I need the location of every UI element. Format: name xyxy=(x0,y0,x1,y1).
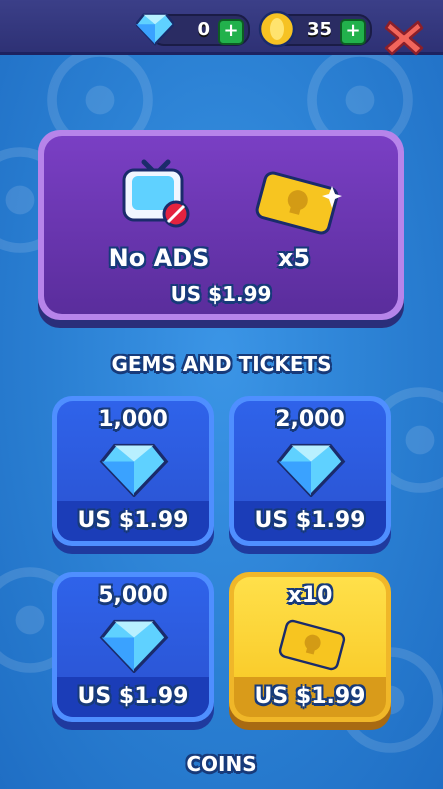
card-price: US $1.99 xyxy=(57,677,209,717)
card-body: x10 US $1.99 xyxy=(234,577,386,717)
tickets-count-label: x5 xyxy=(277,244,311,272)
card-amount: 1,000 xyxy=(98,407,168,432)
ticket-icon xyxy=(255,171,342,235)
section-title-coins: COINS xyxy=(186,752,257,776)
section-title-gems-and-tickets: GEMS AND TICKETS xyxy=(111,352,332,376)
card-price: US $1.99 xyxy=(57,501,209,541)
card-body: 5,000 US $1.99 xyxy=(57,577,209,717)
card-amount: 2,000 xyxy=(275,407,345,432)
coin-icon xyxy=(258,10,296,48)
gem-icon xyxy=(276,443,346,497)
card-price: US $1.99 xyxy=(234,677,386,717)
no-ads-offer-card[interactable]: No ADS x5 US $1.99 xyxy=(38,130,404,320)
add-coins-button[interactable]: + xyxy=(340,19,366,45)
offer-card-gems-2000[interactable]: 2,000 US $1.99 xyxy=(229,396,391,546)
card-body: 1,000 US $1.99 xyxy=(57,401,209,541)
card-price: US $1.99 xyxy=(234,501,386,541)
offer-card-gems-5000[interactable]: 5,000 US $1.99 xyxy=(52,572,214,722)
offer-card-gems-1000[interactable]: 1,000 US $1.99 xyxy=(52,396,214,546)
card-body: 2,000 US $1.99 xyxy=(234,401,386,541)
coins-count: 35 xyxy=(306,19,332,40)
gem-icon xyxy=(99,619,169,673)
card-amount: x10 xyxy=(287,583,333,608)
offer-card-tickets-x10[interactable]: x10 US $1.99 xyxy=(229,572,391,722)
gems-counter: 0 + xyxy=(136,13,250,46)
coins-counter: 35 + xyxy=(258,10,372,48)
card-amount: 5,000 xyxy=(98,583,168,608)
tv-no-ads-icon xyxy=(122,159,190,228)
offer-panel: No ADS x5 US $1.99 xyxy=(44,136,398,314)
promo-price: US $1.99 xyxy=(170,282,272,306)
add-gems-button[interactable]: + xyxy=(218,19,244,45)
ticket-icon xyxy=(278,619,346,671)
top-bar: 0 + 35 + xyxy=(0,0,443,56)
gem-icon xyxy=(136,13,174,46)
close-icon[interactable] xyxy=(382,16,426,58)
gem-icon xyxy=(99,443,169,497)
gems-count: 0 xyxy=(197,19,210,40)
no-ads-label: No ADS xyxy=(108,244,210,272)
